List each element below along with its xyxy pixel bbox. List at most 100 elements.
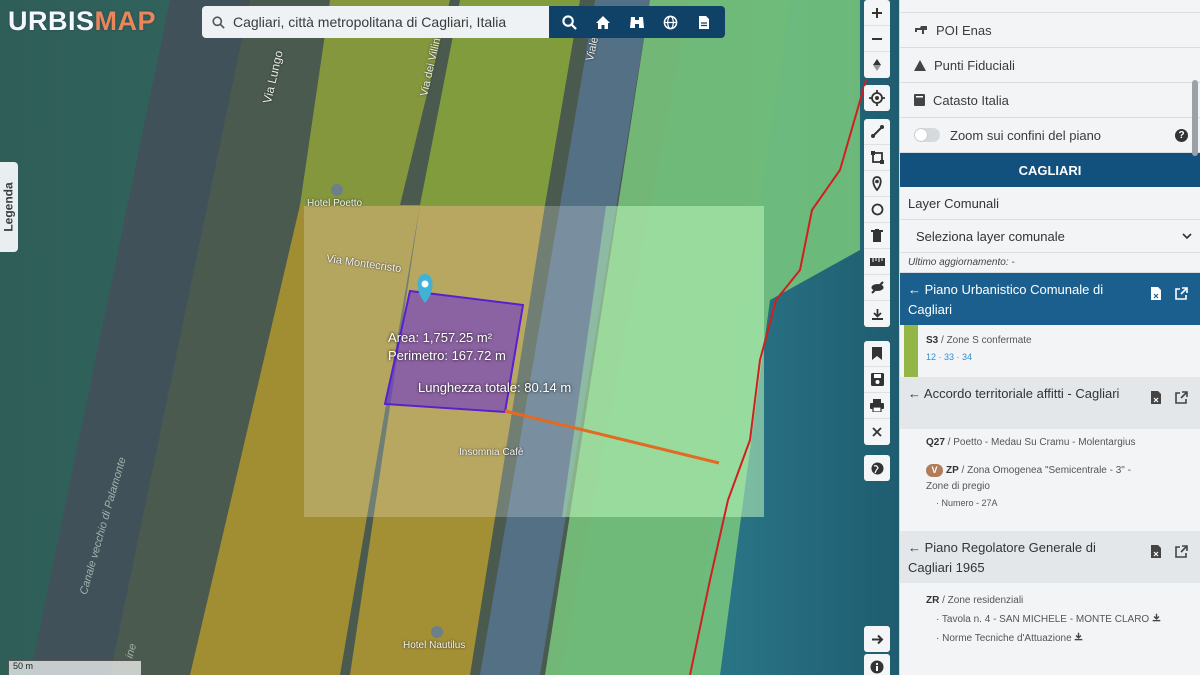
search-box	[202, 6, 549, 38]
poi-label-hotel-poetto: Hotel Poetto	[307, 198, 363, 209]
poi-label-insomnia: Insomnia Cafè	[459, 447, 524, 458]
download-icon[interactable]	[1152, 613, 1161, 622]
zone-doc-norme[interactable]: · Norme Tecniche d'Attuazione	[926, 633, 1072, 644]
marker-icon[interactable]	[864, 171, 890, 197]
legend-tab[interactable]: Legenda	[0, 162, 18, 252]
world-icon[interactable]	[864, 455, 890, 481]
poi-label-nautilus: Hotel Nautilus	[403, 640, 466, 651]
download-icon[interactable]	[864, 301, 890, 327]
zone-item-zp[interactable]: V ZP / Zona Omogenea "Semicentrale - 3" -…	[900, 459, 1200, 531]
plan-header-prg[interactable]: ← Piano Regolatore Generale di Cagliari …	[900, 531, 1200, 583]
zone-item-q27[interactable]: Q27 / Poetto - Medau Su Cramu - Molentar…	[900, 429, 1200, 459]
book-icon	[914, 94, 925, 106]
info-icon[interactable]	[864, 654, 890, 675]
layers-panel: POI Enas Punti Fiduciali Catasto Italia …	[899, 0, 1200, 675]
search-bar	[202, 6, 725, 38]
measure-area-label: Area: 1,757.25 m²	[388, 330, 493, 345]
ruler-icon[interactable]	[864, 249, 890, 275]
zone-color-swatch	[904, 325, 918, 377]
panel-row-partial[interactable]	[900, 0, 1200, 13]
punti-fiduciali-label: Punti Fiduciali	[934, 57, 1015, 73]
binoculars-icon[interactable]	[625, 10, 649, 34]
zoom-confini-label: Zoom sui confini del piano	[950, 127, 1102, 143]
external-link-icon[interactable]	[1175, 545, 1188, 558]
arrow-right-icon[interactable]	[864, 626, 890, 652]
layer-select-value: Seleziona layer comunale	[916, 228, 1065, 244]
locate-toolbar	[864, 85, 890, 111]
zone-links[interactable]: 12 · 33 · 34	[926, 352, 972, 362]
pdf-icon[interactable]	[1151, 545, 1161, 558]
trash-icon[interactable]	[864, 223, 890, 249]
expand-toolbar	[864, 626, 890, 652]
poi-dot-hotel-nautilus[interactable]	[431, 626, 443, 638]
plan-title: ← Piano Regolatore Generale di Cagliari …	[908, 540, 1096, 575]
panel-scrollbar[interactable]	[1192, 80, 1198, 156]
plan-actions	[1151, 545, 1188, 558]
panel-row-catasto[interactable]: Catasto Italia	[900, 83, 1200, 118]
zoom-in-icon[interactable]	[864, 0, 890, 26]
zone-code: Q27	[926, 437, 945, 448]
external-link-icon[interactable]	[1175, 287, 1188, 300]
external-link-icon[interactable]	[1175, 391, 1188, 404]
plan-title: ← Accordo territoriale affitti - Cagliar…	[908, 386, 1120, 401]
search-icon[interactable]	[558, 10, 582, 34]
zone-desc: / Zone residenziali	[939, 595, 1024, 606]
globe-icon[interactable]	[659, 10, 683, 34]
download-icon[interactable]	[1074, 632, 1083, 641]
world-toolbar	[864, 455, 890, 481]
search-input[interactable]	[233, 14, 533, 30]
zone-subdesc: Zone di pregio	[926, 481, 990, 492]
zone-doc-tavola[interactable]: · Tavola n. 4 - SAN MICHELE - MONTE CLAR…	[926, 614, 1149, 625]
pdf-icon[interactable]	[1151, 391, 1161, 404]
print-icon[interactable]	[864, 393, 890, 419]
home-icon[interactable]	[591, 10, 615, 34]
bookmark-icon[interactable]	[864, 341, 890, 367]
measure-length-label: Lunghezza totale: 80.14 m	[418, 380, 572, 395]
zone-item-s3[interactable]: S3 / Zone S confermate 12 · 33 · 34	[900, 325, 1200, 377]
measure-line-icon[interactable]	[864, 119, 890, 145]
measure-perimeter-label: Perimetro: 167.72 m	[388, 348, 506, 363]
app-root: Via Lungo Via dei Villini Viale Po Via M…	[0, 0, 1200, 675]
measure-area-icon[interactable]	[864, 145, 890, 171]
poi-enas-icon	[915, 26, 927, 34]
zone-item-zr[interactable]: ZR / Zone residenziali · Tavola n. 4 - S…	[900, 583, 1200, 648]
zone-desc: / Poetto - Medau Su Cramu - Molentargius	[944, 437, 1136, 448]
zone-desc: / Zone S confermate	[938, 335, 1032, 346]
info-toolbar	[864, 654, 890, 675]
poi-dot-hotel-poetto[interactable]	[331, 184, 343, 196]
close-icon[interactable]	[864, 419, 890, 445]
logo-text-map: MAP	[94, 6, 157, 36]
plan-header-puc[interactable]: ← Piano Urbanistico Comunale di Cagliari	[900, 273, 1200, 325]
compass-icon[interactable]	[864, 52, 890, 78]
plan-actions	[1151, 391, 1188, 404]
legend-tab-label: Legenda	[2, 182, 16, 232]
search-buttons	[549, 6, 725, 38]
circle-icon[interactable]	[864, 197, 890, 223]
pdf-icon[interactable]	[1151, 287, 1161, 300]
layer-comunale-select[interactable]: Seleziona layer comunale	[900, 220, 1200, 253]
chevron-down-icon	[1182, 232, 1192, 239]
last-updated: Ultimo aggiornamento: -	[900, 253, 1200, 273]
layer-comunali-label: Layer Comunali	[900, 187, 1200, 220]
poi-enas-label: POI Enas	[936, 22, 992, 38]
zoom-confini-toggle[interactable]	[914, 128, 940, 142]
panel-row-punti-fiduciali[interactable]: Punti Fiduciali	[900, 48, 1200, 83]
zoom-toolbar	[864, 0, 890, 78]
app-logo[interactable]: URBISMAP	[8, 6, 156, 37]
plan-title: ← Piano Urbanistico Comunale di Cagliari	[908, 282, 1104, 317]
hide-icon[interactable]	[864, 275, 890, 301]
zone-code: ZP	[946, 465, 959, 476]
locate-icon[interactable]	[864, 85, 890, 111]
city-header: CAGLIARI	[900, 153, 1200, 187]
zone-number: · Numero - 27A	[936, 498, 998, 508]
draw-toolbar	[864, 119, 890, 327]
zoom-out-icon[interactable]	[864, 26, 890, 52]
document-icon[interactable]	[692, 10, 716, 34]
zone-code: ZR	[926, 595, 940, 606]
panel-row-poi-enas[interactable]: POI Enas	[900, 13, 1200, 48]
save-icon[interactable]	[864, 367, 890, 393]
help-icon[interactable]: ?	[1175, 128, 1188, 142]
plan-header-accordo[interactable]: ← Accordo territoriale affitti - Cagliar…	[900, 377, 1200, 429]
logo-text-urbis: URBIS	[8, 6, 95, 36]
scale-bar: 50 m	[8, 660, 142, 675]
